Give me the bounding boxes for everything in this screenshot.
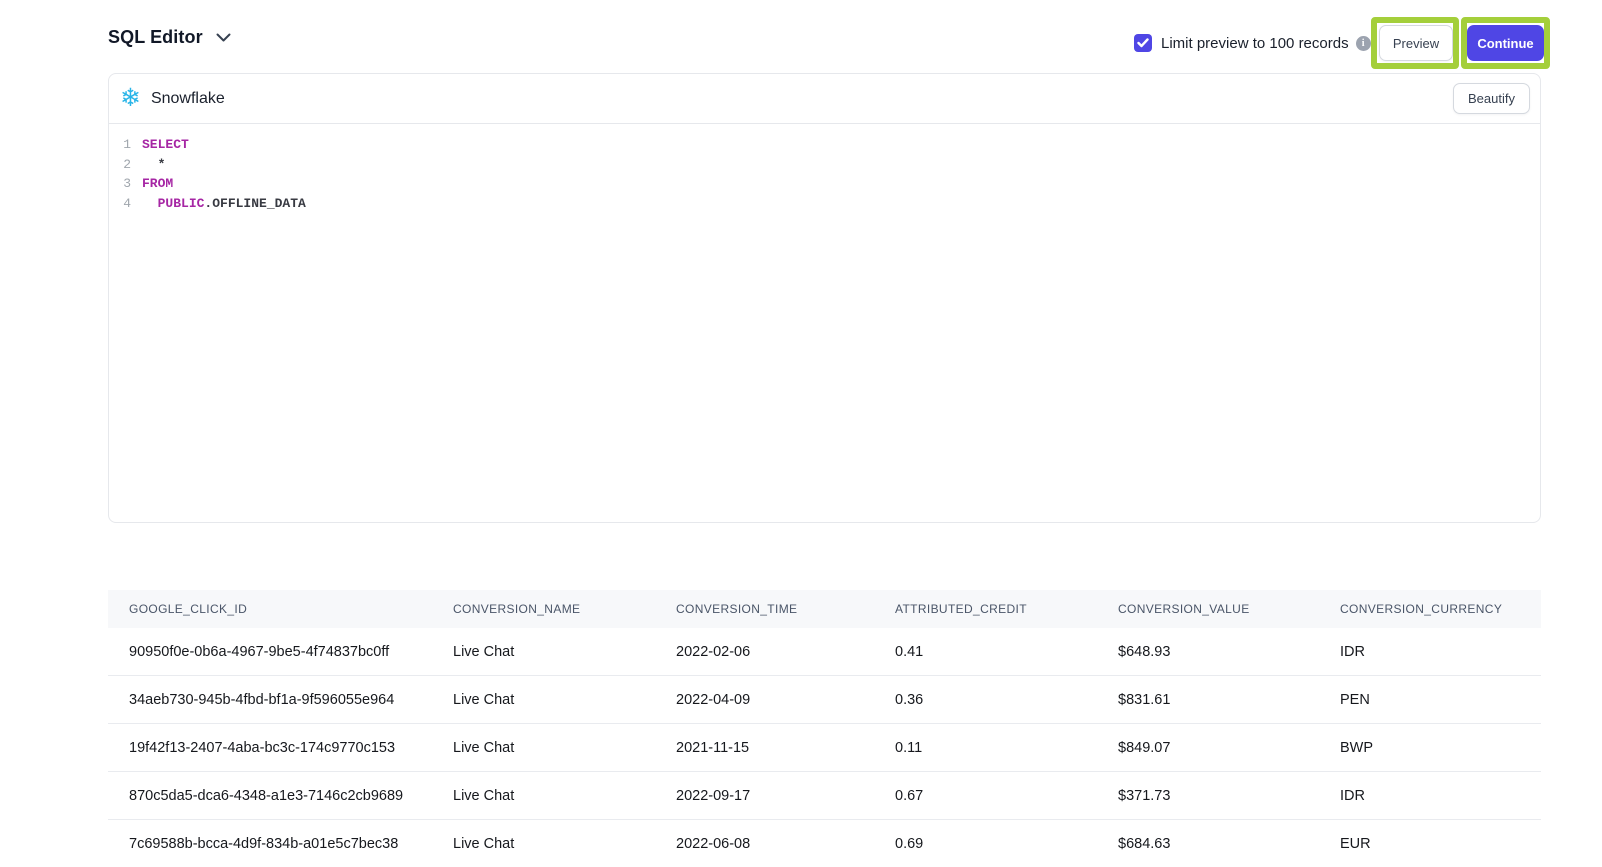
cell-conversion-name: Live Chat [453,788,676,804]
cell-conversion-time: 2022-09-17 [676,788,895,804]
cell-attributed-credit: 0.41 [895,644,1118,660]
column-header-attributed-credit: ATTRIBUTED_CREDIT [895,602,1118,616]
source-header: ❄ Snowflake Beautify [109,74,1540,124]
cell-conversion-currency: EUR [1340,836,1541,852]
limit-preview-control: Limit preview to 100 records i [1134,34,1371,52]
sql-text: * [142,157,165,172]
cell-conversion-name: Live Chat [453,740,676,756]
sql-keyword: PUBLIC [158,196,205,211]
code-line: 3 FROM [109,174,1540,194]
source-name: Snowflake [151,90,225,108]
cell-conversion-name: Live Chat [453,836,676,852]
column-header-conversion-name: CONVERSION_NAME [453,602,676,616]
cell-attributed-credit: 0.11 [895,740,1118,756]
cell-attributed-credit: 0.67 [895,788,1118,804]
table-row: 19f42f13-2407-4aba-bc3c-174c9770c153 Liv… [108,724,1541,772]
sql-text [142,196,158,211]
cell-conversion-time: 2022-04-09 [676,692,895,708]
table-row: 34aeb730-945b-4fbd-bf1a-9f596055e964 Liv… [108,676,1541,724]
table-header-row: GOOGLE_CLICK_ID CONVERSION_NAME CONVERSI… [108,590,1541,628]
sql-editor-card: ❄ Snowflake Beautify 1 SELECT 2 * 3 FROM… [108,73,1541,523]
check-icon [1137,38,1149,48]
table-row: 7c69588b-bcca-4d9f-834b-a01e5c7bec38 Liv… [108,820,1541,867]
cell-conversion-value: $371.73 [1118,788,1340,804]
page: SQL Editor Limit preview to 100 records … [0,0,1602,867]
page-title: SQL Editor [108,27,203,48]
column-header-google-click-id: GOOGLE_CLICK_ID [129,602,453,616]
cell-attributed-credit: 0.36 [895,692,1118,708]
cell-conversion-time: 2021-11-15 [676,740,895,756]
code-line: 1 SELECT [109,135,1540,155]
preview-button[interactable]: Preview [1379,25,1453,61]
cell-conversion-name: Live Chat [453,692,676,708]
sql-text: .OFFLINE_DATA [204,196,305,211]
line-number: 3 [109,174,131,194]
cell-conversion-name: Live Chat [453,644,676,660]
line-number: 4 [109,194,131,214]
chevron-down-icon[interactable] [216,30,231,48]
line-number: 2 [109,155,131,175]
cell-conversion-time: 2022-06-08 [676,836,895,852]
snowflake-icon: ❄ [120,86,141,111]
cell-conversion-value: $648.93 [1118,644,1340,660]
cell-conversion-value: $684.63 [1118,836,1340,852]
limit-preview-checkbox[interactable] [1134,34,1152,52]
sql-code-editor[interactable]: 1 SELECT 2 * 3 FROM 4 PUBLIC.OFFLINE_DAT… [109,124,1540,213]
column-header-conversion-value: CONVERSION_VALUE [1118,602,1340,616]
sql-keyword: FROM [142,176,173,191]
code-line: 2 * [109,155,1540,175]
cell-conversion-value: $831.61 [1118,692,1340,708]
results-preview-table: GOOGLE_CLICK_ID CONVERSION_NAME CONVERSI… [108,590,1541,867]
cell-conversion-time: 2022-02-06 [676,644,895,660]
cell-conversion-currency: IDR [1340,788,1541,804]
table-row: 90950f0e-0b6a-4967-9be5-4f74837bc0ff Liv… [108,628,1541,676]
cell-google-click-id: 19f42f13-2407-4aba-bc3c-174c9770c153 [129,740,453,756]
table-row: 870c5da5-dca6-4348-a1e3-7146c2cb9689 Liv… [108,772,1541,820]
limit-preview-label[interactable]: Limit preview to 100 records [1161,35,1349,52]
cell-google-click-id: 7c69588b-bcca-4d9f-834b-a01e5c7bec38 [129,836,453,852]
cell-google-click-id: 34aeb730-945b-4fbd-bf1a-9f596055e964 [129,692,453,708]
sql-keyword: SELECT [142,137,189,152]
sql-editor-title-dropdown[interactable]: SQL Editor [108,27,231,48]
cell-google-click-id: 90950f0e-0b6a-4967-9be5-4f74837bc0ff [129,644,453,660]
cell-conversion-currency: IDR [1340,644,1541,660]
cell-google-click-id: 870c5da5-dca6-4348-a1e3-7146c2cb9689 [129,788,453,804]
column-header-conversion-time: CONVERSION_TIME [676,602,895,616]
cell-conversion-currency: BWP [1340,740,1541,756]
beautify-button[interactable]: Beautify [1453,83,1530,114]
code-line: 4 PUBLIC.OFFLINE_DATA [109,194,1540,214]
column-header-conversion-currency: CONVERSION_CURRENCY [1340,602,1541,616]
cell-conversion-currency: PEN [1340,692,1541,708]
continue-button[interactable]: Continue [1467,25,1544,61]
info-icon[interactable]: i [1356,36,1371,51]
cell-conversion-value: $849.07 [1118,740,1340,756]
cell-attributed-credit: 0.69 [895,836,1118,852]
line-number: 1 [109,135,131,155]
